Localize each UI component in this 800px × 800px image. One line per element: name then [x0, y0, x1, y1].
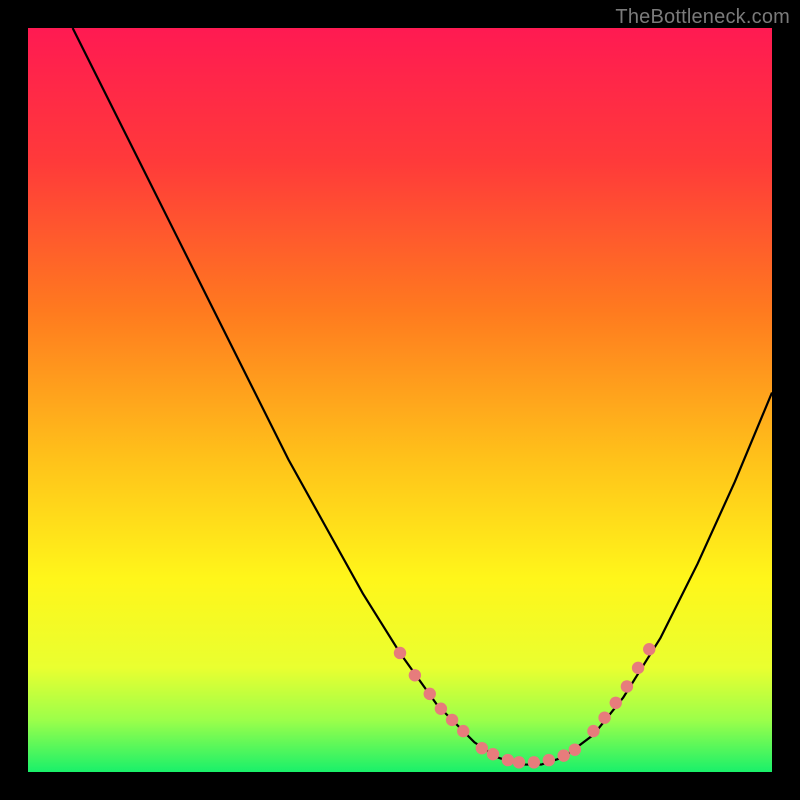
data-point	[598, 711, 610, 723]
data-point	[610, 697, 622, 709]
data-point	[435, 703, 447, 715]
data-point	[643, 643, 655, 655]
data-markers	[394, 643, 656, 768]
data-point	[424, 688, 436, 700]
data-point	[446, 714, 458, 726]
data-point	[621, 680, 633, 692]
data-point	[569, 743, 581, 755]
chart-overlay	[28, 28, 772, 772]
data-point	[457, 725, 469, 737]
data-point	[632, 662, 644, 674]
watermark-text: TheBottleneck.com	[615, 6, 790, 29]
data-point	[502, 754, 514, 766]
data-point	[513, 756, 525, 768]
data-point	[557, 749, 569, 761]
data-point	[487, 748, 499, 760]
data-point	[409, 669, 421, 681]
plot-area	[28, 28, 772, 772]
data-point	[587, 725, 599, 737]
bottleneck-curve	[73, 28, 772, 765]
data-point	[476, 742, 488, 754]
data-point	[528, 756, 540, 768]
data-point	[543, 754, 555, 766]
data-point	[394, 647, 406, 659]
